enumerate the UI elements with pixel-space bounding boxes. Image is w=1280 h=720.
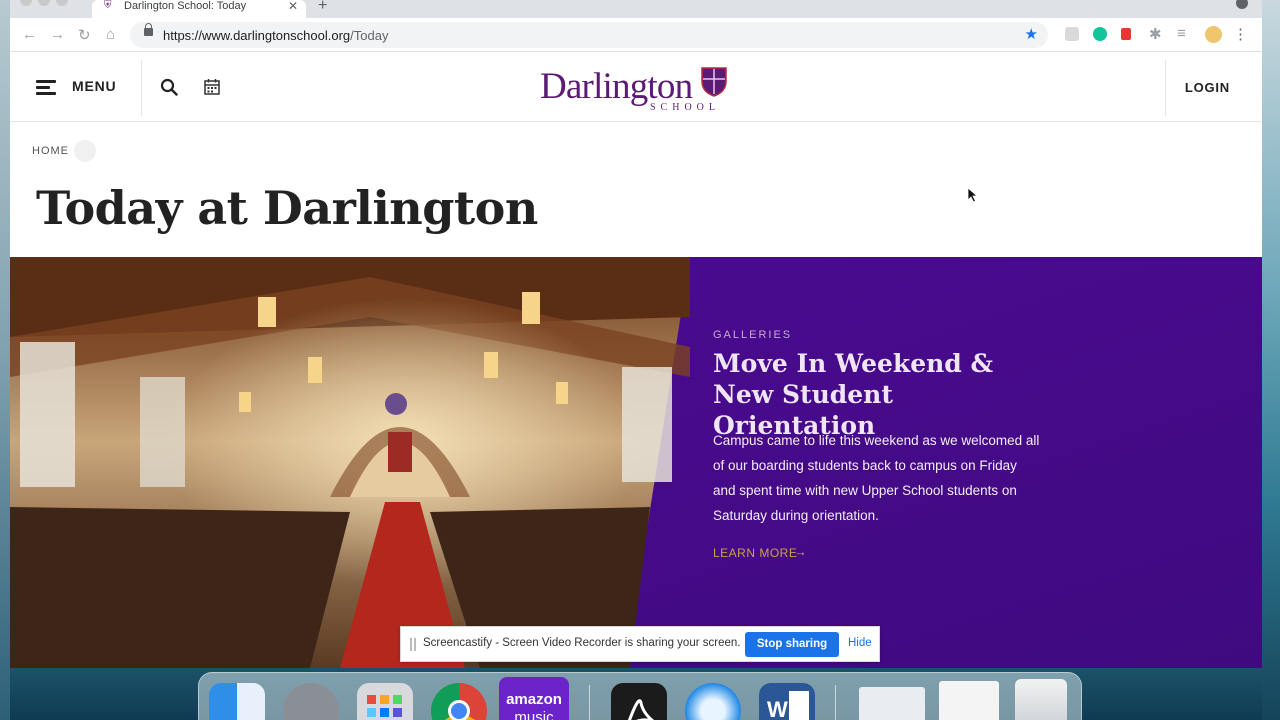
browser-window: ⛨ Darlington School: Today ✕ + ← → ↻ ⌂ h… xyxy=(10,0,1262,668)
forward-arrow-icon[interactable]: → xyxy=(50,26,65,43)
menu-button[interactable]: MENU xyxy=(72,78,116,94)
stop-sharing-button[interactable]: Stop sharing xyxy=(745,632,839,657)
home-icon[interactable]: ⌂ xyxy=(106,26,115,43)
bookmark-star-icon[interactable]: ★ xyxy=(1025,25,1038,43)
profile-menu-icon[interactable] xyxy=(1236,0,1248,9)
header-divider-right xyxy=(1165,60,1166,116)
close-window-button[interactable] xyxy=(20,0,32,6)
extensions-puzzle-icon[interactable]: ✱ xyxy=(1149,25,1162,43)
word-page xyxy=(789,691,809,720)
close-tab-icon[interactable]: ✕ xyxy=(288,0,298,13)
url-path: /Today xyxy=(350,28,389,43)
chrome-icon[interactable] xyxy=(431,683,487,720)
amazon-music-label-1: amazon xyxy=(506,691,562,708)
mouse-cursor-icon xyxy=(967,187,979,203)
breadcrumb-home[interactable]: HOME xyxy=(32,145,69,157)
tab-darlington-today[interactable]: ⛨ Darlington School: Today ✕ xyxy=(92,0,306,18)
launchpad-grid xyxy=(367,695,402,717)
document-window-icon[interactable] xyxy=(939,681,999,720)
extension-a-icon[interactable] xyxy=(1065,27,1079,41)
screencastify-extension-icon[interactable] xyxy=(1121,28,1131,40)
screen-sharing-notification: Screencastify - Screen Video Recorder is… xyxy=(400,626,880,662)
zoom-window-button[interactable] xyxy=(56,0,68,6)
tab-strip: ⛨ Darlington School: Today ✕ + xyxy=(10,0,1262,18)
featured-story: GALLERIES Move In Weekend & New Student … xyxy=(10,257,1262,668)
feature-category[interactable]: GALLERIES xyxy=(713,329,792,341)
calendar-icon[interactable] xyxy=(204,78,220,95)
minimize-window-button[interactable] xyxy=(38,0,50,6)
arrow-right-icon[interactable]: → xyxy=(794,544,807,559)
logo-subtext: SCHOOL xyxy=(650,102,721,113)
grammarly-extension-icon[interactable] xyxy=(1093,27,1107,41)
hide-notification-button[interactable]: Hide xyxy=(848,637,872,649)
media-queue-icon[interactable]: ≡ xyxy=(1177,25,1186,42)
chapel-photo xyxy=(10,257,690,668)
learn-more-link[interactable]: LEARN MORE xyxy=(713,546,797,560)
breadcrumb-separator xyxy=(74,140,96,162)
search-icon[interactable] xyxy=(160,78,178,96)
site-header: MENU Darlington SCHOOL LOGIN xyxy=(10,52,1262,122)
acrobat-glyph xyxy=(627,699,654,720)
trash-icon[interactable] xyxy=(1015,679,1067,720)
macos-dock: amazon music W xyxy=(198,672,1082,720)
browser-toolbar: ← → ↻ ⌂ https://www.darlingtonschool.org… xyxy=(10,18,1262,52)
reload-icon[interactable]: ↻ xyxy=(78,26,91,44)
amazon-music-label-2: music xyxy=(514,709,554,720)
desktop-background-left xyxy=(0,0,10,720)
new-tab-button[interactable]: + xyxy=(318,0,327,15)
word-glyph: W xyxy=(767,697,788,720)
login-button[interactable]: LOGIN xyxy=(1185,80,1230,95)
sharing-message: Screencastify - Screen Video Recorder is… xyxy=(423,637,741,649)
user-avatar-icon[interactable] xyxy=(1205,26,1222,43)
tab-title: Darlington School: Today xyxy=(124,0,247,12)
acrobat-icon[interactable] xyxy=(611,683,667,720)
url-text[interactable]: https://www.darlingtonschool.org/Today xyxy=(163,28,388,43)
finder-icon[interactable] xyxy=(209,683,265,720)
feature-description: Campus came to life this weekend as we w… xyxy=(713,433,1040,523)
header-divider xyxy=(141,60,142,116)
dock-separator xyxy=(589,685,590,720)
dock-separator-2 xyxy=(835,685,836,720)
lock-icon xyxy=(144,23,153,36)
url-host: https://www.darlingtonschool.org xyxy=(163,28,351,43)
amazon-music-icon[interactable]: amazon music xyxy=(499,677,569,720)
system-preferences-icon[interactable] xyxy=(283,683,339,720)
word-icon[interactable]: W xyxy=(759,683,815,720)
preview-window-icon[interactable] xyxy=(859,687,925,720)
address-bar[interactable]: https://www.darlingtonschool.org/Today ★ xyxy=(130,22,1048,48)
drag-handle-icon[interactable] xyxy=(410,638,416,651)
darlington-favicon-icon: ⛨ xyxy=(104,0,112,11)
browser-menu-icon[interactable]: ⋮ xyxy=(1233,25,1248,43)
launchpad-icon[interactable] xyxy=(357,683,413,720)
school-crest-icon xyxy=(701,67,727,97)
hamburger-menu-icon[interactable] xyxy=(36,80,56,95)
chrome-center xyxy=(448,700,470,720)
darlington-school-logo[interactable]: Darlington SCHOOL xyxy=(540,62,740,113)
safari-icon[interactable] xyxy=(685,683,741,720)
page-title: Today at Darlington xyxy=(36,181,538,235)
desktop-background-right xyxy=(1262,0,1280,720)
back-arrow-icon[interactable]: ← xyxy=(22,26,37,43)
